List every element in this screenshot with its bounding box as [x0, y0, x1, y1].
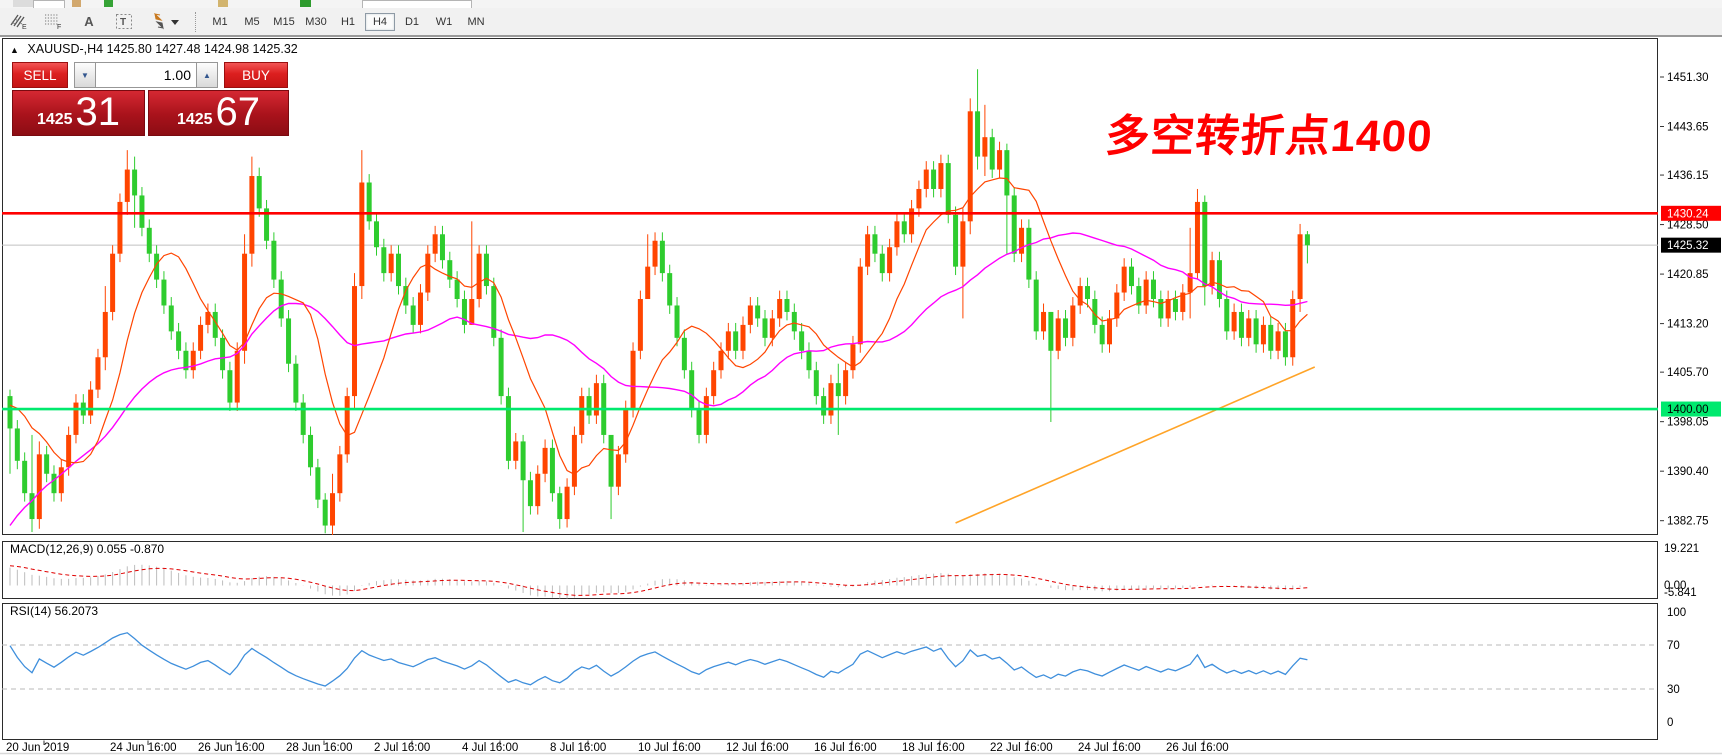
buy-price-small: 1425	[177, 111, 213, 129]
chart-header: ▲ XAUUSD-,H4 1425.80 1427.48 1424.98 142…	[10, 42, 298, 56]
svg-text:1425.32: 1425.32	[1667, 240, 1709, 252]
price-axis-label: 1413.20	[1667, 319, 1709, 331]
svg-text:1430.24: 1430.24	[1667, 208, 1709, 220]
macd-layer	[10, 565, 1307, 599]
volume-increase-button[interactable]: ▲	[196, 62, 218, 88]
rsi-layer	[2, 633, 1658, 689]
sell-quote[interactable]: 1425 31	[12, 90, 145, 136]
price-axis-label: 1398.05	[1667, 417, 1709, 429]
buy-quote[interactable]: 1425 67	[148, 90, 289, 136]
price-axis-label: 1436.15	[1667, 170, 1709, 182]
time-axis-label: 22 Jul 16:00	[990, 742, 1053, 754]
collapse-arrow-icon[interactable]: ▲	[10, 45, 19, 55]
moving-averages-layer	[10, 178, 1307, 526]
price-axis-label: 1443.65	[1667, 122, 1709, 134]
time-axis-label: 8 Jul 16:00	[550, 742, 606, 754]
time-axis-label: 26 Jul 16:00	[1166, 742, 1229, 754]
rsi-scale-label: 0	[1667, 717, 1673, 729]
rsi-label: RSI(14) 56.2073	[10, 604, 98, 618]
buy-button[interactable]: BUY	[224, 62, 288, 88]
time-axis-label: 10 Jul 16:00	[638, 742, 701, 754]
time-axis-label: 18 Jul 16:00	[902, 742, 965, 754]
price-axis-label: 1390.40	[1667, 466, 1709, 478]
time-axis-label: 12 Jul 16:00	[726, 742, 789, 754]
price-axis-label: 1451.30	[1667, 72, 1709, 84]
sell-price-small: 1425	[37, 111, 73, 129]
time-axis: 20 Jun 2019 24 Jun 16:00 26 Jun 16:00 28 Ju…	[6, 741, 1229, 755]
time-axis-label: 20 Jun 2019	[6, 742, 69, 754]
volume-decrease-button[interactable]: ▼	[74, 62, 96, 88]
volume-input[interactable]: 1.00	[96, 62, 196, 88]
symbol-ohlc-label: XAUUSD-,H4 1425.80 1427.48 1424.98 1425.…	[27, 42, 297, 56]
sell-price-big: 31	[76, 92, 121, 132]
chart-annotation-text: 多空转折点1400	[1104, 100, 1435, 164]
rsi-scale-label: 70	[1667, 640, 1680, 652]
price-axis-label: 1405.70	[1667, 367, 1709, 379]
trendline	[956, 367, 1315, 523]
mt4-window: E F A T	[0, 0, 1722, 755]
svg-text:1400.00: 1400.00	[1667, 404, 1709, 416]
macd-scale-label: 19.221	[1664, 543, 1699, 555]
time-axis-label: 28 Jun 16:00	[286, 742, 353, 754]
time-axis-label: 16 Jul 16:00	[814, 742, 877, 754]
macd-scale-label: -5.841	[1664, 587, 1697, 599]
one-click-trade-panel: SELL ▼ 1.00 ▲ BUY 1425 31 1425 67	[12, 62, 290, 136]
macd-panel-border	[3, 542, 1658, 599]
time-axis-label: 24 Jul 16:00	[1078, 742, 1141, 754]
rsi-scale-label: 30	[1667, 684, 1680, 696]
price-axis: 1451.30 1443.65 1436.15 1428.50 1420.85 1413.…	[1660, 72, 1721, 528]
price-axis-label: 1382.75	[1667, 516, 1709, 528]
time-axis-label: 4 Jul 16:00	[462, 742, 518, 754]
buy-price-big: 67	[216, 92, 261, 132]
rsi-scale-label: 100	[1667, 607, 1686, 619]
macd-label: MACD(12,26,9) 0.055 -0.870	[10, 542, 164, 556]
time-axis-label: 26 Jun 16:00	[198, 742, 265, 754]
sell-button[interactable]: SELL	[12, 62, 68, 88]
time-axis-label: 2 Jul 16:00	[374, 742, 430, 754]
price-axis-label: 1428.50	[1667, 220, 1709, 232]
time-axis-label: 24 Jun 16:00	[110, 742, 177, 754]
price-axis-label: 1420.85	[1667, 269, 1709, 281]
